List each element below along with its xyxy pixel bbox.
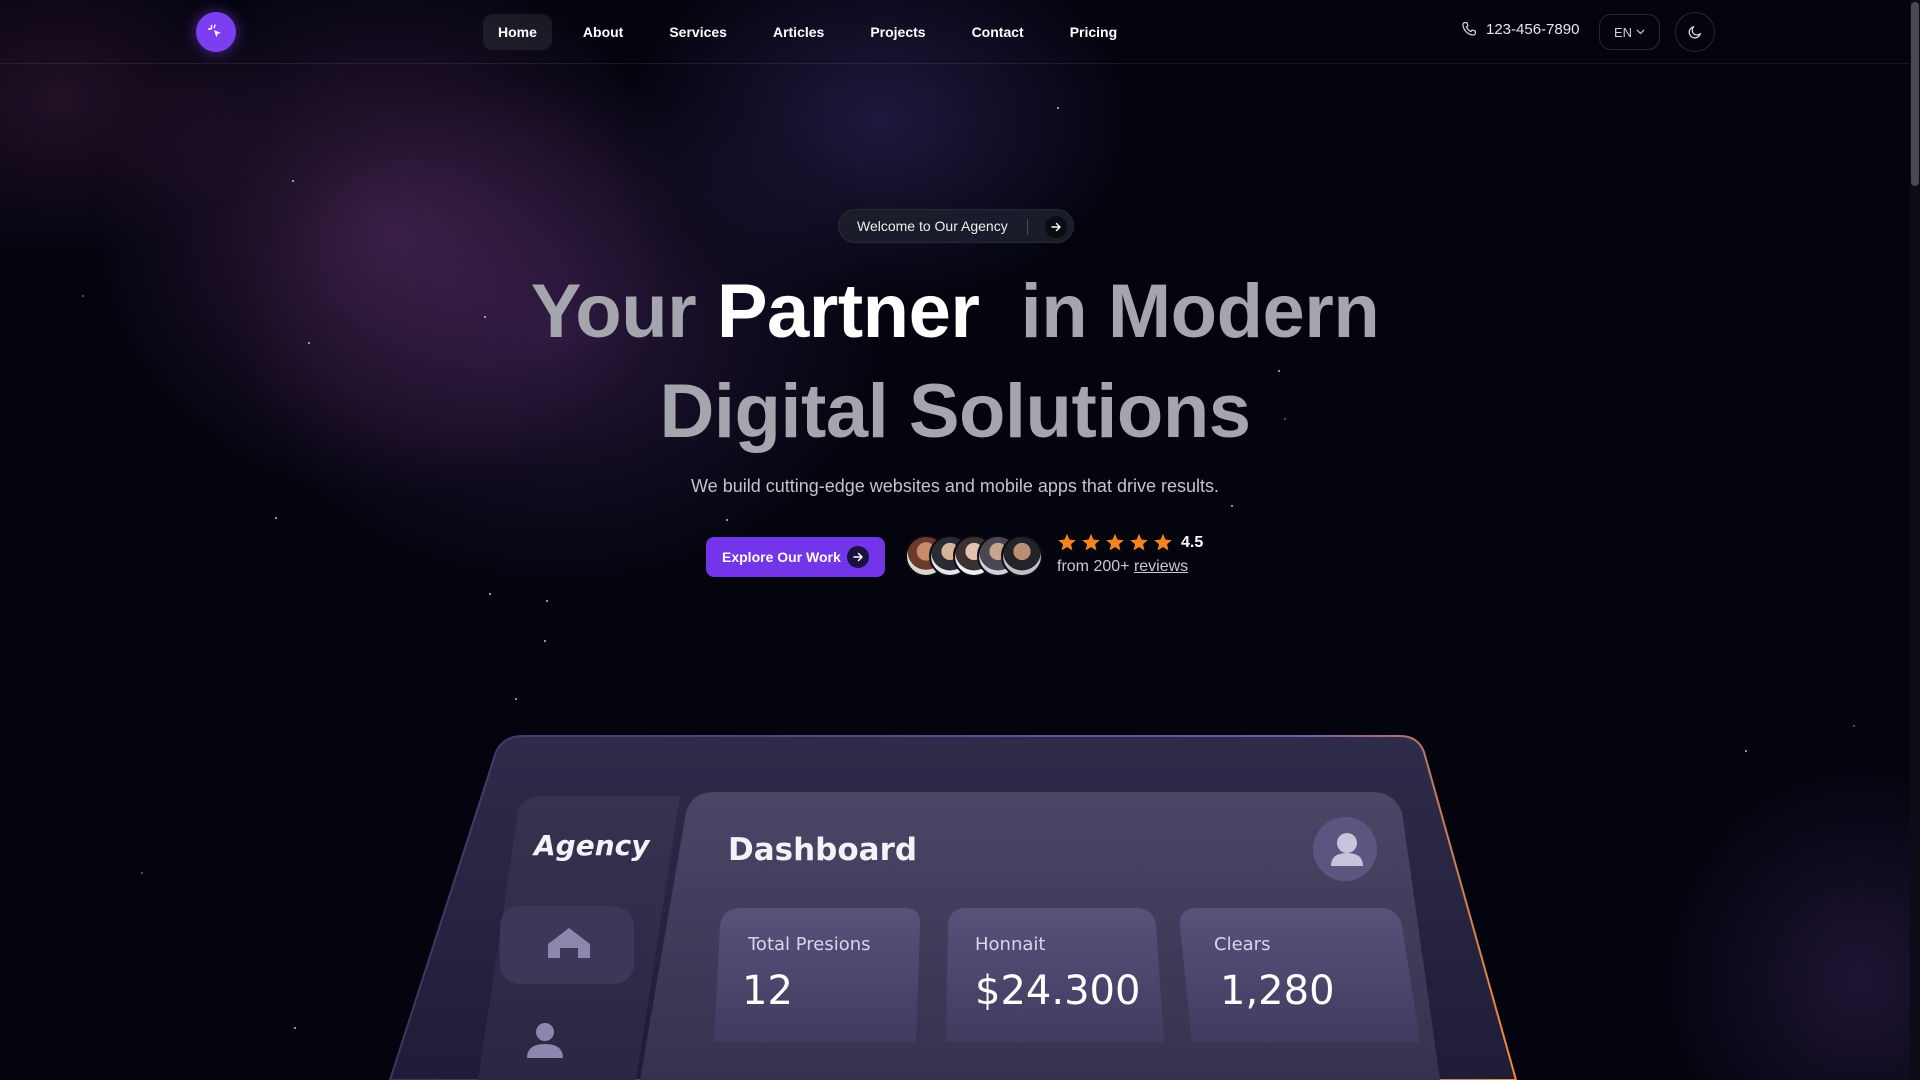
nav-item-home[interactable]: Home	[483, 14, 552, 50]
star-icon	[1058, 533, 1076, 551]
profile-avatar	[1313, 817, 1377, 881]
theme-toggle-button[interactable]	[1675, 12, 1715, 52]
hero-subtitle: We build cutting-edge websites and mobil…	[691, 476, 1219, 496]
background-star	[1745, 750, 1747, 752]
stat-card-label: Honnait	[975, 934, 1045, 955]
dashboard-sidebar	[478, 796, 680, 1080]
moon-icon	[1688, 26, 1701, 39]
dashboard-brand: Agency	[532, 829, 651, 862]
background-star	[1057, 107, 1059, 109]
scrollbar[interactable]	[1910, 0, 1920, 1080]
star-icon	[1130, 533, 1148, 551]
background-star	[546, 600, 548, 602]
star-icon	[1154, 533, 1172, 551]
stat-card-value: 1,280	[1220, 968, 1335, 1014]
dashboard-main-panel	[640, 792, 1440, 1080]
page: Home About Services Articles Projects Co…	[0, 0, 1920, 1080]
hero-title-highlight: Partner	[716, 269, 980, 354]
reviews-link[interactable]: reviews	[1134, 558, 1188, 575]
home-icon	[548, 928, 590, 958]
nav-item-projects[interactable]: Projects	[855, 14, 940, 50]
stat-card	[714, 908, 921, 1042]
background-star	[489, 593, 491, 595]
home-nav-tile	[500, 906, 634, 984]
dashboard-title: Dashboard	[728, 832, 917, 868]
phone-number: 123-456-7890	[1486, 20, 1580, 38]
rating-block: 4.5 from 200+ reviews	[1057, 533, 1203, 576]
rating-stars: 4.5	[1057, 533, 1203, 552]
nav-item-articles[interactable]: Articles	[758, 14, 839, 50]
badge-divider	[1027, 219, 1028, 235]
site-header: Home About Services Articles Projects Co…	[0, 0, 1910, 64]
background-star	[141, 872, 143, 874]
welcome-badge[interactable]: Welcome to Our Agency	[838, 209, 1074, 243]
star-icon	[1082, 533, 1100, 551]
background-star	[294, 1027, 296, 1029]
explore-work-button[interactable]: Explore Our Work	[706, 537, 885, 577]
rating-caption-text: from 200+	[1057, 558, 1134, 575]
nav-item-about[interactable]: About	[568, 14, 638, 50]
rating-caption: from 200+ reviews	[1057, 558, 1203, 576]
hero-title-line2: Digital Solutions	[659, 369, 1251, 454]
stat-card	[946, 908, 1164, 1042]
chevron-down-icon	[1636, 29, 1645, 35]
cta-label: Explore Our Work	[722, 549, 841, 565]
phone-link[interactable]: 123-456-7890	[1460, 20, 1579, 38]
arrow-right-icon	[1045, 216, 1067, 238]
nav-item-services[interactable]: Services	[654, 14, 742, 50]
welcome-badge-label: Welcome to Our Agency	[857, 218, 1008, 234]
star-icon	[1106, 533, 1124, 551]
language-select[interactable]: EN	[1599, 14, 1660, 50]
background-star	[275, 517, 277, 519]
stat-card	[1179, 908, 1420, 1042]
phone-icon	[1462, 22, 1476, 36]
background-star	[515, 698, 517, 700]
background-star	[292, 180, 294, 182]
background-star	[726, 519, 728, 521]
stat-card-label: Clears	[1214, 934, 1270, 955]
nav-item-contact[interactable]: Contact	[957, 14, 1039, 50]
stat-card-label: Total Presions	[747, 934, 871, 955]
nav-item-pricing[interactable]: Pricing	[1055, 14, 1132, 50]
main-nav: Home About Services Articles Projects Co…	[483, 14, 1148, 50]
background-star	[544, 640, 546, 642]
hero-title-part: Your	[530, 269, 717, 354]
stat-card-value: 12	[742, 968, 793, 1014]
hero-title: Your Partner in Modern Digital Solutions	[0, 262, 1910, 462]
hero-title-part: in Modern	[979, 269, 1380, 354]
sparkle-cursor-icon	[207, 24, 221, 38]
stat-card-value: $24.300	[975, 968, 1140, 1014]
user-icon	[536, 1023, 554, 1041]
avatar	[1001, 535, 1043, 577]
rating-value: 4.5	[1181, 533, 1204, 551]
background-star	[1853, 725, 1855, 727]
logo[interactable]	[196, 12, 236, 52]
scrollbar-thumb[interactable]	[1911, 2, 1919, 186]
reviewer-avatars	[905, 535, 1043, 577]
background-star	[1231, 505, 1233, 507]
language-label: EN	[1613, 24, 1633, 40]
arrow-right-icon	[847, 546, 869, 568]
